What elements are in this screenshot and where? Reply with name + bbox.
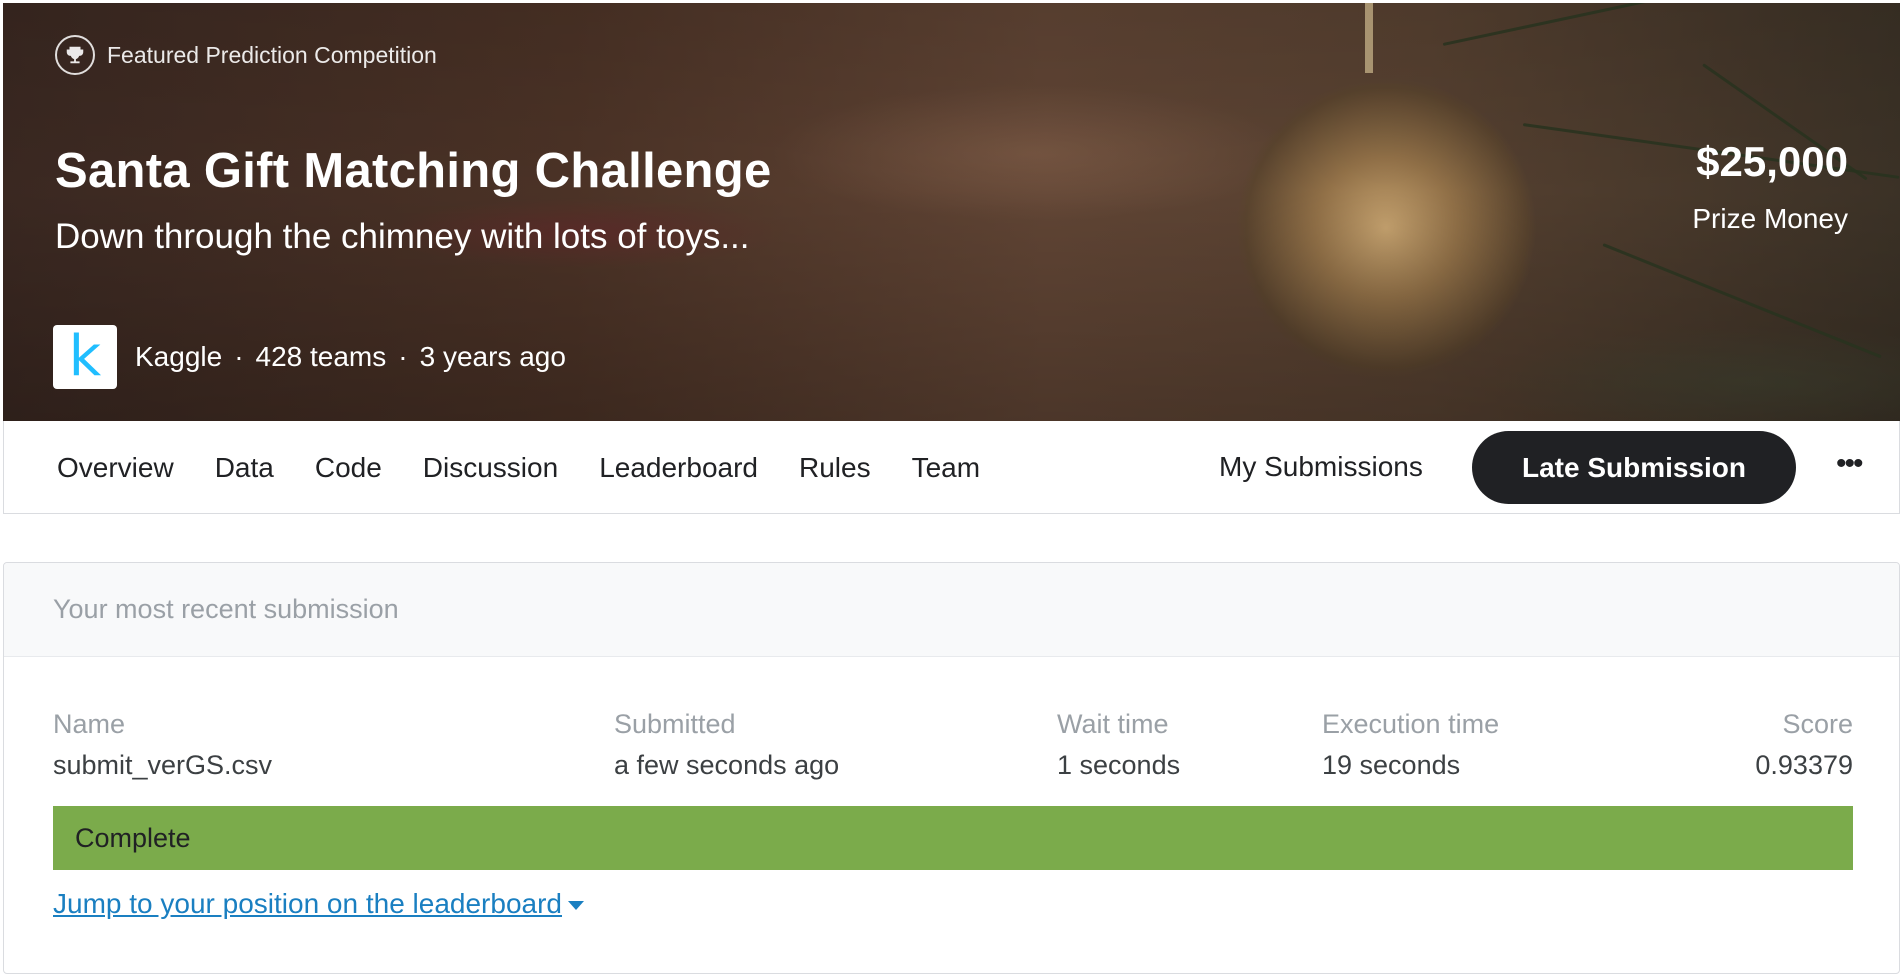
recent-submission-card: Your most recent submission Name submit_… [3,562,1900,974]
competition-category-label: Featured Prediction Competition [107,41,437,68]
prize-box: $25,000 Prize Money [1692,141,1848,235]
tab-rules[interactable]: Rules [799,452,871,484]
status-bar: Complete [53,806,1853,870]
trophy-icon [55,35,95,75]
tab-overview[interactable]: Overview [57,452,174,484]
column-label-submitted: Submitted [614,709,736,739]
tab-discussion[interactable]: Discussion [423,452,558,484]
submission-score-column: Score 0.93379 [1755,709,1853,781]
execution-time-value: 19 seconds [1322,750,1461,780]
submission-file-name: submit_verGS.csv [53,750,273,780]
wait-time-value: 1 seconds [1057,750,1181,780]
tab-team[interactable]: Team [912,452,980,484]
meta-separator: · [398,341,408,372]
column-label-score: Score [1782,709,1853,739]
my-submissions-link[interactable]: My Submissions [1219,451,1423,483]
host-name[interactable]: Kaggle [135,341,222,373]
nav-tabs: Overview Data Code Discussion Leaderboar… [57,421,980,514]
competition-category: Featured Prediction Competition [55,35,437,75]
prize-label: Prize Money [1692,203,1848,234]
column-label-name: Name [53,709,126,739]
competition-nav: Overview Data Code Discussion Leaderboar… [3,421,1900,514]
meta-separator: · [234,341,244,372]
submission-wait-column: Wait time 1 seconds [1057,709,1180,781]
submission-submitted-column: Submitted a few seconds ago [614,709,839,781]
team-count: 428 teams [255,341,387,372]
caret-down-icon [568,901,584,911]
submission-name-column: Name submit_verGS.csv [53,709,272,781]
prize-amount: $25,000 [1696,138,1848,185]
ornament-hook [1365,3,1373,73]
submitted-time: a few seconds ago [614,750,840,780]
status-label: Complete [75,822,191,853]
late-submission-button[interactable]: Late Submission [1472,431,1796,504]
column-label-wait-time: Wait time [1057,709,1169,739]
competition-subtitle: Down through the chimney with lots of to… [55,217,750,256]
column-label-execution-time: Execution time [1322,709,1500,739]
score-value: 0.93379 [1755,750,1853,780]
tab-data[interactable]: Data [215,452,274,484]
host-logo[interactable]: k [53,325,117,389]
submission-execution-column: Execution time 19 seconds [1322,709,1499,781]
jump-to-leaderboard-link[interactable]: Jump to your position on the leaderboard [53,888,584,920]
more-horizontal-icon[interactable]: ••• [1836,447,1863,481]
competition-meta: k Kaggle · 428 teams · 3 years ago [53,325,566,389]
competition-title: Santa Gift Matching Challenge [55,144,772,198]
tab-leaderboard[interactable]: Leaderboard [599,452,758,484]
competition-header: Featured Prediction Competition Santa Gi… [3,3,1900,421]
competition-age: 3 years ago [419,341,566,372]
tab-code[interactable]: Code [315,452,382,484]
jump-link-label: Jump to your position on the leaderboard [53,888,562,919]
card-header: Your most recent submission [4,563,1899,657]
